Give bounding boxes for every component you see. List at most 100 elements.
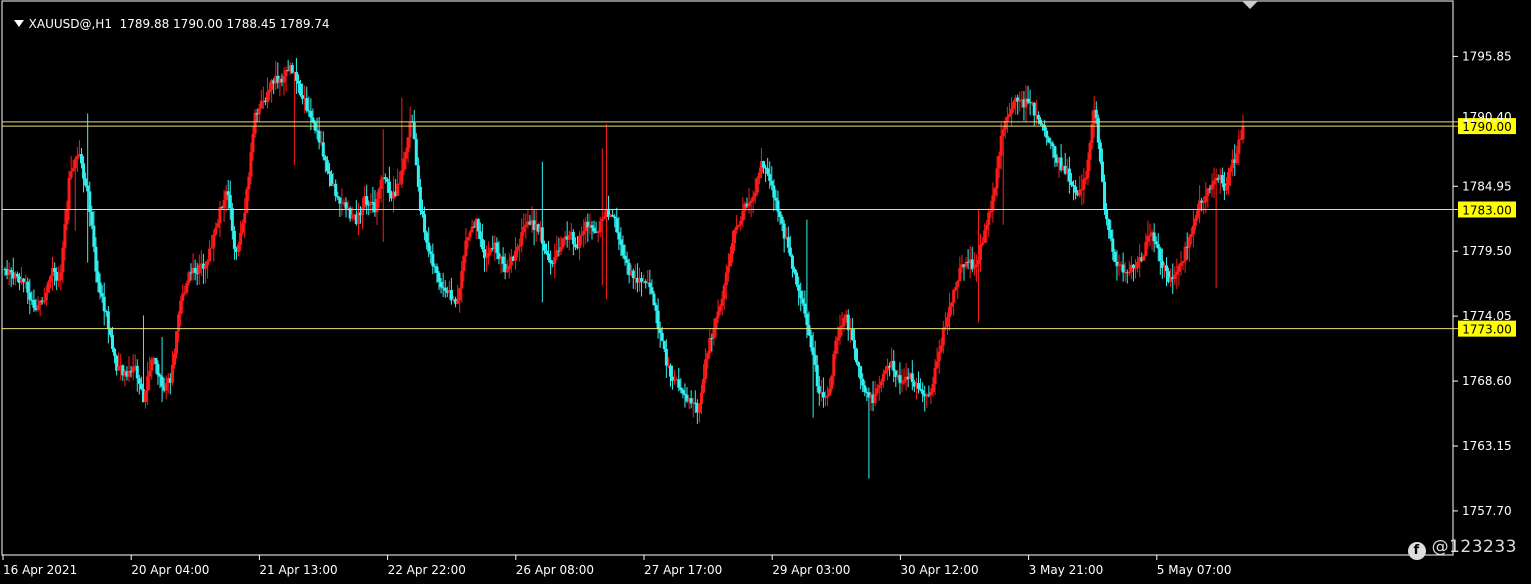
candle-body bbox=[582, 231, 586, 235]
candle-body bbox=[1090, 124, 1094, 144]
y-tick-label: 1779.50 bbox=[1462, 244, 1512, 258]
candle-body bbox=[650, 287, 654, 294]
candle-body bbox=[1094, 109, 1098, 118]
candle-body bbox=[1032, 102, 1036, 116]
candle-body bbox=[1105, 209, 1109, 220]
candle-body bbox=[1152, 232, 1156, 242]
candle-body bbox=[98, 282, 102, 294]
time-axis: 16 Apr 2021 20 Apr 04:00 21 Apr 13:00 22 Ap… bbox=[2, 555, 1231, 577]
candle-body bbox=[203, 265, 207, 269]
candle-body bbox=[811, 347, 815, 356]
candle-body bbox=[1241, 126, 1245, 140]
candle-body bbox=[150, 359, 154, 371]
price-chart[interactable]: 1790.001783.001773.00 1795.851784.951779… bbox=[0, 0, 1531, 584]
candle-body bbox=[662, 340, 666, 349]
candle-body bbox=[485, 256, 489, 259]
candle-body bbox=[257, 108, 261, 115]
candle-body bbox=[943, 326, 947, 328]
candle-body bbox=[714, 317, 718, 330]
candle-body bbox=[259, 100, 263, 109]
candle-body bbox=[728, 254, 732, 267]
dropdown-triangle-icon[interactable] bbox=[13, 20, 24, 27]
candle-body bbox=[1012, 101, 1016, 109]
candle-body bbox=[826, 395, 830, 398]
candle-body bbox=[881, 373, 885, 382]
candle-body bbox=[933, 367, 937, 385]
x-tick-label: 3 May 21:00 bbox=[1029, 563, 1104, 577]
candle-body bbox=[212, 234, 216, 248]
candle-body bbox=[780, 216, 784, 224]
candle-body bbox=[1074, 186, 1078, 193]
candle-body bbox=[757, 172, 761, 179]
candle-body bbox=[321, 142, 325, 157]
candle-body bbox=[385, 179, 389, 182]
candle-body bbox=[1109, 230, 1113, 239]
candle-body bbox=[712, 329, 716, 339]
candle-body bbox=[416, 165, 420, 187]
candle-body bbox=[706, 353, 710, 360]
candle-body bbox=[778, 211, 782, 217]
candle-body bbox=[1142, 255, 1146, 261]
candle-body bbox=[377, 189, 381, 199]
candle-body bbox=[677, 379, 681, 388]
candle-body bbox=[1047, 137, 1051, 143]
candle-body bbox=[1165, 265, 1169, 272]
candle-body bbox=[755, 178, 759, 193]
candle-body bbox=[793, 268, 797, 273]
candle-body bbox=[801, 298, 805, 304]
candle-body bbox=[751, 196, 755, 202]
candle-body bbox=[9, 270, 13, 273]
candle-body bbox=[900, 382, 904, 384]
candle-body bbox=[859, 366, 863, 379]
candle-body bbox=[325, 160, 329, 172]
candle-body bbox=[697, 404, 701, 413]
candle-body bbox=[414, 139, 418, 166]
candle-body bbox=[437, 272, 441, 282]
candle-body bbox=[327, 171, 331, 174]
candle-body bbox=[228, 195, 232, 209]
candle-body bbox=[997, 155, 1001, 169]
candle-body bbox=[443, 287, 447, 291]
candle-body bbox=[88, 191, 92, 213]
x-tick-label: 20 Apr 04:00 bbox=[131, 563, 209, 577]
candle-body bbox=[999, 135, 1003, 156]
candle-body bbox=[86, 185, 90, 192]
candle-body bbox=[408, 121, 412, 138]
candle-body bbox=[185, 282, 189, 293]
candle-body bbox=[425, 232, 429, 243]
circle-logo-icon: f bbox=[1407, 542, 1426, 560]
candle-body bbox=[156, 364, 160, 376]
candle-body bbox=[619, 239, 623, 245]
candle-body bbox=[770, 180, 774, 186]
candle-body bbox=[206, 261, 210, 266]
candle-body bbox=[361, 207, 365, 216]
candle-body bbox=[15, 273, 19, 277]
candle-body bbox=[580, 234, 584, 236]
candle-body bbox=[821, 392, 825, 398]
candle-body bbox=[1156, 244, 1160, 249]
candle-body bbox=[48, 276, 52, 283]
candle-body bbox=[420, 210, 424, 215]
candle-body bbox=[735, 226, 739, 231]
candle-body bbox=[782, 223, 786, 239]
candle-body bbox=[379, 179, 383, 190]
candle-body bbox=[265, 92, 269, 103]
candle-body bbox=[94, 246, 98, 272]
candle-body bbox=[540, 227, 544, 244]
candle-body bbox=[1100, 161, 1104, 182]
candle-body bbox=[317, 130, 321, 143]
candle-body bbox=[902, 380, 906, 383]
candle-body bbox=[828, 388, 832, 396]
candle-body bbox=[774, 197, 778, 201]
candle-body bbox=[995, 168, 999, 189]
candle-body bbox=[1026, 98, 1030, 103]
candle-body bbox=[1227, 172, 1231, 186]
candle-body bbox=[948, 306, 952, 318]
candle-body bbox=[148, 370, 152, 377]
candle-body bbox=[974, 264, 978, 268]
candle-body bbox=[749, 201, 753, 203]
candle-body bbox=[365, 196, 369, 205]
candle-body bbox=[766, 168, 770, 174]
candle-body bbox=[830, 376, 834, 389]
candle-body bbox=[79, 154, 83, 164]
